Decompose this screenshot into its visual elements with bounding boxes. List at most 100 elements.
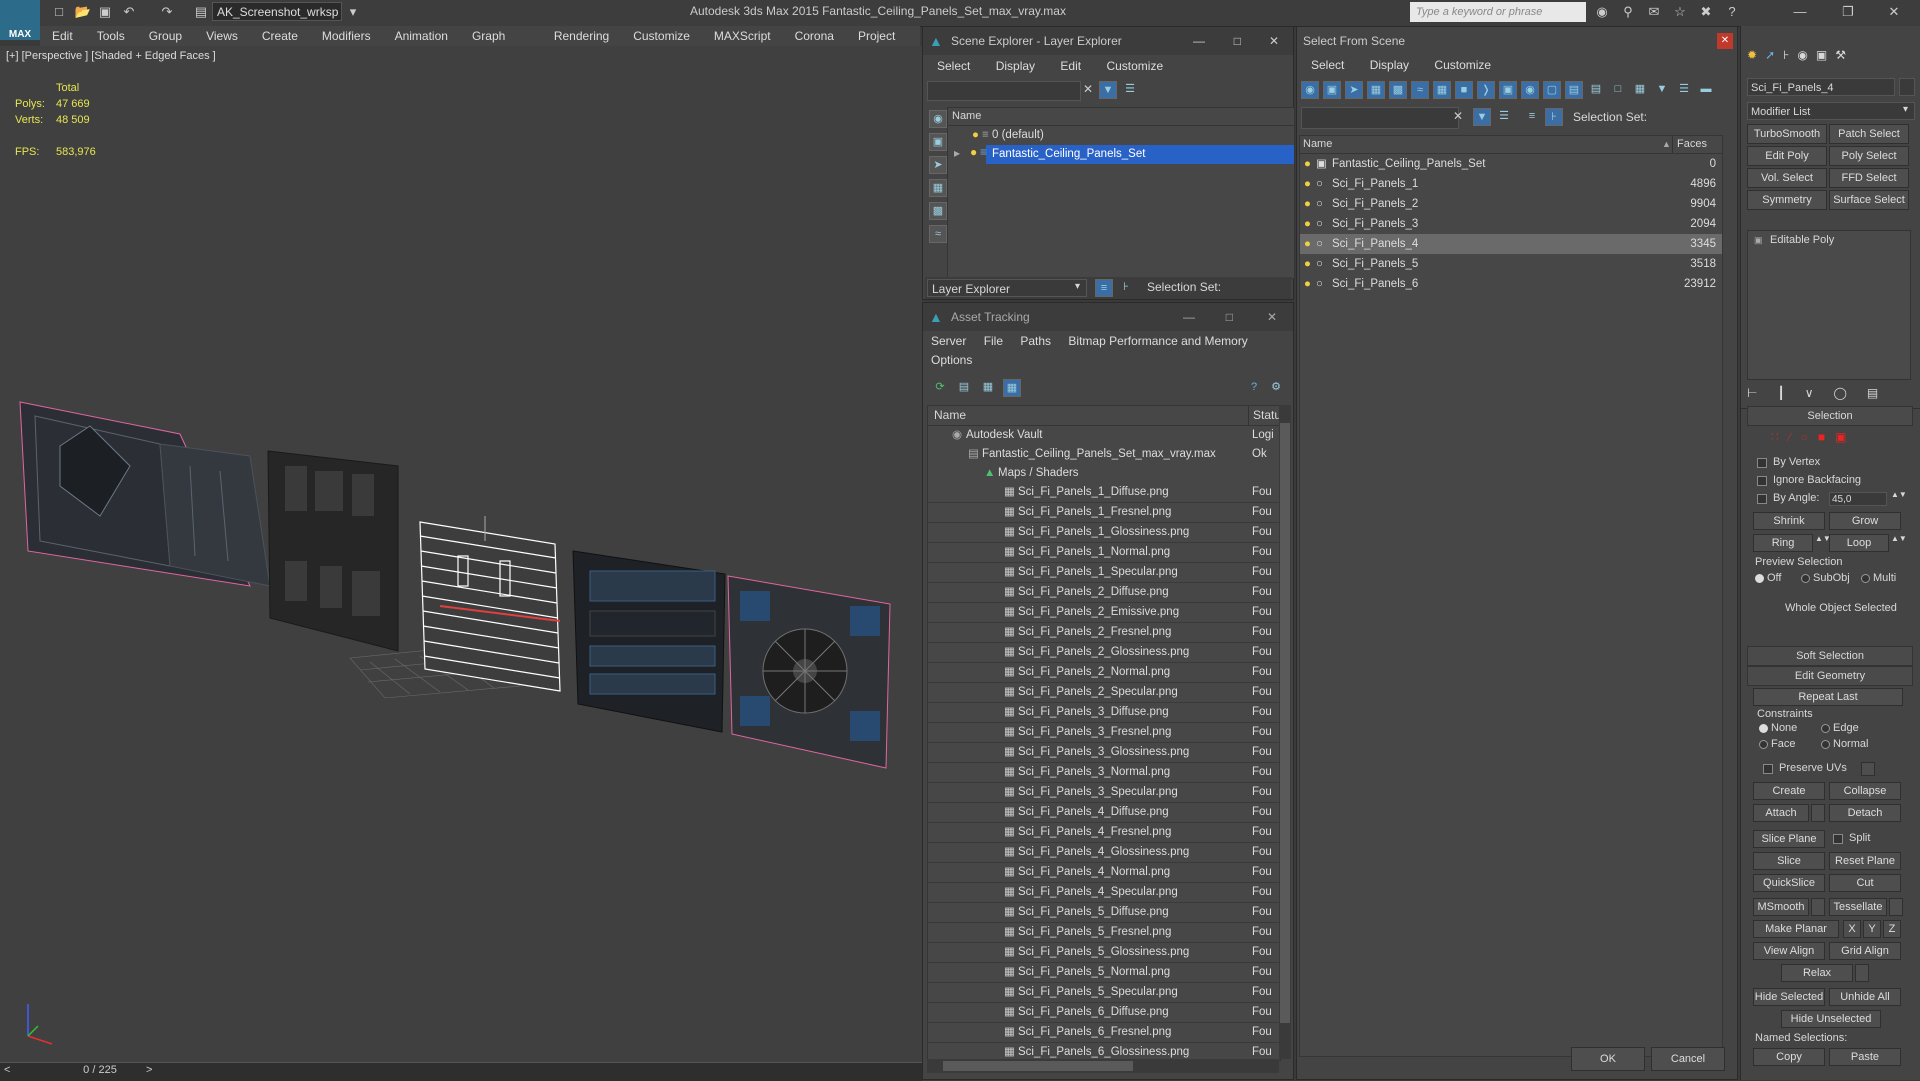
asset-row-map-file[interactable]: ▦ Sci_Fi_Panels_2_Emissive.png Fou [928, 603, 1280, 623]
menu-corona[interactable]: Corona [783, 26, 846, 46]
asset-row-map-file[interactable]: ▦ Sci_Fi_Panels_3_Specular.png Fou [928, 783, 1280, 803]
viewport-label[interactable]: [+] [Perspective ] [Shaded + Edged Faces… [6, 50, 216, 62]
chevron-down-icon[interactable]: ▾ [1903, 104, 1908, 115]
selection-rollout-header[interactable]: Selection [1747, 406, 1913, 426]
sfs-object-row[interactable]: ● ▣ Fantastic_Ceiling_Panels_Set 0 [1300, 154, 1722, 174]
motion-tab-icon[interactable]: ◉ [1797, 48, 1807, 62]
menu-create[interactable]: Create [250, 26, 310, 46]
thumbnail-view-icon[interactable]: ▦ [979, 379, 997, 397]
quickslice-button[interactable]: QuickSlice [1753, 874, 1825, 892]
panel-1-mesh[interactable] [19, 401, 271, 587]
asset-row-map-file[interactable]: ▦ Sci_Fi_Panels_2_Normal.png Fou [928, 663, 1280, 683]
panel-3-wireframe-selected[interactable] [419, 516, 561, 692]
menu-graph-editors[interactable]: Graph Editors [460, 26, 542, 63]
preview-multi-radio[interactable] [1861, 574, 1870, 583]
angle-spinner[interactable]: 45,0 [1829, 492, 1887, 506]
communication-icon[interactable]: ✉ [1644, 3, 1664, 21]
cancel-button[interactable]: Cancel [1651, 1047, 1725, 1071]
display-cameras-icon[interactable]: ▦ [1367, 81, 1385, 99]
new-file-icon[interactable]: □ [50, 3, 68, 21]
make-unique-icon[interactable]: ∨ [1805, 386, 1814, 400]
se-menu-edit[interactable]: Edit [1060, 59, 1081, 73]
list-view-icon[interactable]: ▤ [955, 379, 973, 397]
ring-button[interactable]: Ring [1753, 534, 1813, 552]
asset-row-map-file[interactable]: ▦ Sci_Fi_Panels_2_Glossiness.png Fou [928, 643, 1280, 663]
asset-row-map-file[interactable]: ▦ Sci_Fi_Panels_1_Diffuse.png Fou [928, 483, 1280, 503]
asset-row-map-file[interactable]: ▦ Sci_Fi_Panels_5_Normal.png Fou [928, 963, 1280, 983]
asset-row-map-file[interactable]: ▦ Sci_Fi_Panels_1_Fresnel.png Fou [928, 503, 1280, 523]
display-shapes-icon[interactable]: ▣ [1323, 81, 1341, 99]
menu-maxscript[interactable]: MAXScript [702, 26, 783, 46]
light-bulb-icon[interactable]: ● [970, 145, 977, 159]
sfs-object-row[interactable]: ● ○ Sci_Fi_Panels_1 4896 [1300, 174, 1722, 194]
workspace-dropdown[interactable]: AK_Screenshot_wrksp [212, 2, 342, 21]
constraint-none-radio[interactable] [1759, 724, 1768, 733]
msmooth-settings-button[interactable] [1811, 898, 1825, 916]
edit-geometry-rollout-header[interactable]: Edit Geometry [1747, 666, 1913, 686]
asset-row-map-file[interactable]: ▦ Sci_Fi_Panels_5_Glossiness.png Fou [928, 943, 1280, 963]
asset-row-map-file[interactable]: ▦ Sci_Fi_Panels_5_Fresnel.png Fou [928, 923, 1280, 943]
stack-item-editable-poly[interactable]: ▣ Editable Poly [1748, 231, 1910, 249]
filter-icon[interactable]: ▼ [1099, 81, 1117, 99]
table-view-icon[interactable]: ▦ [1003, 379, 1021, 397]
sfs-col-name[interactable]: Name [1303, 136, 1332, 153]
filter-icon[interactable]: ▼ [1473, 108, 1491, 126]
binoculars-icon[interactable]: ◉ [1592, 3, 1612, 21]
relax-settings-button[interactable] [1855, 964, 1869, 982]
menu-customize[interactable]: Customize [621, 26, 702, 46]
display-particles-icon[interactable]: ◉ [1521, 81, 1539, 99]
asset-row-map-file[interactable]: ▦ Sci_Fi_Panels_2_Fresnel.png Fou [928, 623, 1280, 643]
filter-icon[interactable]: ▼ [1653, 81, 1671, 99]
repeat-last-button[interactable]: Repeat Last [1753, 688, 1903, 706]
display-helpers-icon[interactable]: ▩ [1389, 81, 1407, 99]
menu-tools[interactable]: Tools [85, 26, 137, 46]
at-col-name[interactable]: Name [934, 406, 966, 425]
light-bulb-icon[interactable]: ● [1304, 194, 1311, 214]
border-icon[interactable]: ○ [1801, 430, 1808, 444]
remove-modifier-icon[interactable]: ◯ [1833, 386, 1846, 400]
preserve-uvs-checkbox[interactable] [1763, 764, 1773, 774]
filter-options-icon[interactable]: ☰ [1495, 108, 1513, 126]
show-end-result-icon[interactable]: ┃ [1777, 386, 1784, 400]
display-groups-icon[interactable]: ▦ [1433, 81, 1451, 99]
restore-icon[interactable]: ❐ [1838, 3, 1858, 21]
panel-2-mesh[interactable] [267, 450, 399, 652]
asset-row-map-file[interactable]: ▦ Sci_Fi_Panels_6_Fresnel.png Fou [928, 1023, 1280, 1043]
expand-plus-icon[interactable]: ▣ [1754, 231, 1763, 249]
help-icon[interactable]: ? [1245, 379, 1263, 397]
tessellate-settings-button[interactable] [1889, 898, 1903, 916]
edge-icon[interactable]: ∕ [1789, 430, 1791, 444]
explorer-type-dropdown[interactable]: Layer Explorer [927, 279, 1087, 297]
display-geometry-icon[interactable]: ▣ [929, 133, 947, 151]
close-icon[interactable]: ✕ [1269, 27, 1279, 55]
asset-row-map-file[interactable]: ▦ Sci_Fi_Panels_4_Specular.png Fou [928, 883, 1280, 903]
display-spacewarps-icon[interactable]: ≈ [1411, 81, 1429, 99]
attach-button[interactable]: Attach [1753, 804, 1809, 822]
display-tab-icon[interactable]: ▣ [1816, 48, 1827, 62]
ffd-select-button[interactable]: FFD Select [1829, 168, 1909, 188]
display-geometry-icon[interactable]: ◉ [1301, 81, 1319, 99]
sfs-menu-customize[interactable]: Customize [1434, 58, 1491, 72]
grow-button[interactable]: Grow [1829, 512, 1901, 530]
by-vertex-checkbox[interactable] [1757, 458, 1767, 468]
preview-off-radio[interactable] [1755, 574, 1764, 583]
search-input[interactable]: Type a keyword or phrase [1410, 2, 1586, 22]
exchange-icon[interactable]: ✖ [1696, 3, 1716, 21]
hide-selected-button[interactable]: Hide Selected [1753, 988, 1825, 1006]
light-bulb-icon[interactable]: ● [1304, 234, 1311, 254]
edit-poly-button[interactable]: Edit Poly [1747, 146, 1827, 166]
element-icon[interactable]: ▣ [1835, 430, 1846, 444]
asset-row-map-file[interactable]: ▦ Sci_Fi_Panels_1_Glossiness.png Fou [928, 523, 1280, 543]
configure-modifier-sets-icon[interactable]: ▤ [1867, 386, 1878, 400]
close-icon[interactable]: ✕ [1884, 3, 1904, 21]
display-frozen-icon[interactable]: ▢ [1543, 81, 1561, 99]
light-bulb-icon[interactable]: ● [1304, 174, 1311, 194]
pin-stack-icon[interactable]: ⊢ [1747, 386, 1757, 400]
display-xrefs-icon[interactable]: ■ [1455, 81, 1473, 99]
turbosmooth-button[interactable]: TurboSmooth [1747, 124, 1827, 144]
unhide-all-button[interactable]: Unhide All [1829, 988, 1901, 1006]
asset-row-map-file[interactable]: ▦ Sci_Fi_Panels_2_Specular.png Fou [928, 683, 1280, 703]
se-menu-display[interactable]: Display [996, 59, 1035, 73]
asset-row-map-file[interactable]: ▦ Sci_Fi_Panels_3_Fresnel.png Fou [928, 723, 1280, 743]
asset-row-map-file[interactable]: ▦ Sci_Fi_Panels_3_Diffuse.png Fou [928, 703, 1280, 723]
